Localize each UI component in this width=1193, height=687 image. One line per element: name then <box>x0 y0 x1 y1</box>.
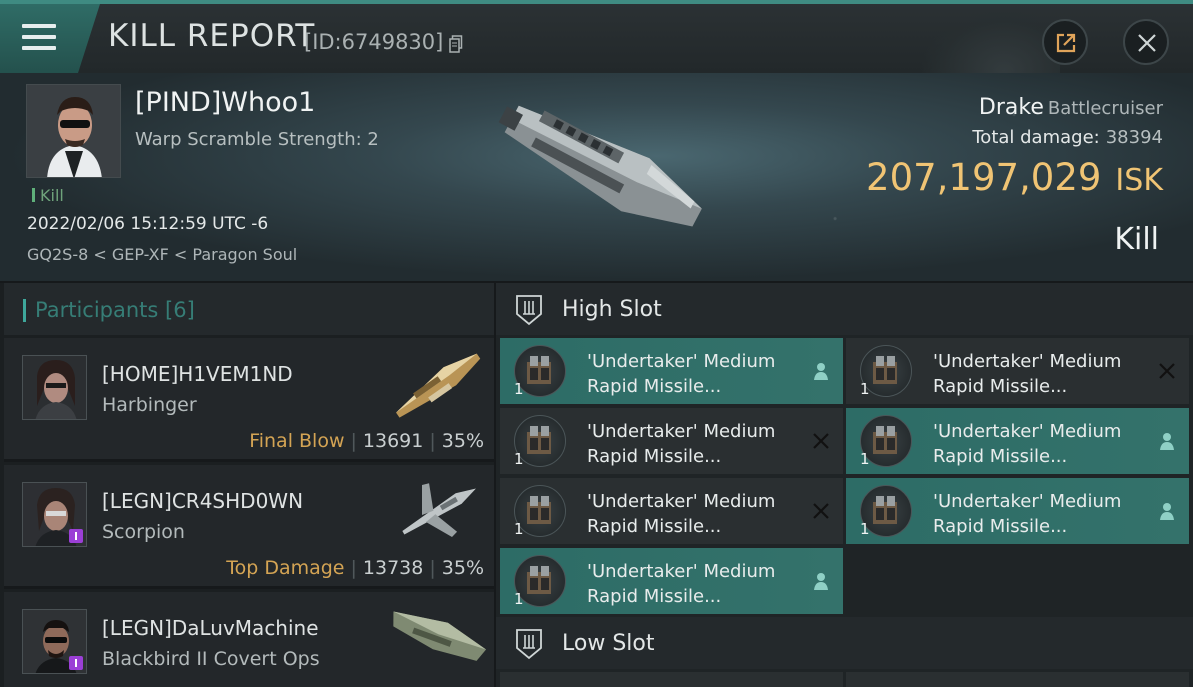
participant-portrait[interactable] <box>22 482 87 547</box>
slot-icon <box>516 295 542 326</box>
participants-header[interactable]: Participants [6] <box>4 283 494 335</box>
close-button[interactable] <box>1123 19 1169 65</box>
participant-ship-image <box>402 483 476 537</box>
module-name: 'Undertaker' Medium Rapid Missile... <box>587 351 776 397</box>
planet-backdrop <box>920 8 1060 78</box>
pilot-icon <box>814 573 828 590</box>
destroyed-x-icon <box>813 433 829 449</box>
module-name: 'Undertaker' Medium Rapid Missile... <box>933 421 1122 467</box>
participant-damage: 13738 <box>362 557 424 579</box>
participant-row[interactable]: [HOME]H1VEM1ND Harbinger Final Blow | 1369… <box>4 338 494 462</box>
share-button[interactable] <box>1042 19 1088 65</box>
menu-icon <box>22 24 56 57</box>
destroyed-x-icon <box>813 503 829 519</box>
page-title: KILL REPORT <box>108 18 316 54</box>
pilot-icon <box>814 363 828 380</box>
victim-portrait[interactable] <box>26 84 121 178</box>
victim-ship-name[interactable]: Drake Battlecruiser <box>979 95 1163 120</box>
top-damage-tag: Top Damage <box>226 557 345 579</box>
participant-damage: 13691 <box>362 430 424 452</box>
slot-icon <box>516 629 542 660</box>
destroyed-x-icon <box>1159 363 1175 379</box>
participant-ship: Harbinger <box>102 394 197 416</box>
corp-badge-icon <box>69 656 83 670</box>
module-item[interactable]: 1 'Undertaker' Medium Rapid Missile... <box>846 478 1189 544</box>
pilot-icon <box>1160 503 1174 520</box>
participant-ship-image <box>396 353 481 418</box>
report-id: [ID:6749830] <box>304 30 444 54</box>
isk-value: 207,197,029 ISK <box>866 156 1163 199</box>
participant-row[interactable]: [LEGN]CR4SHD0WN Scorpion Top Damage | 1373… <box>4 465 494 589</box>
module-item[interactable]: 1 'Undertaker' Medium Rapid Missile... <box>500 478 843 544</box>
low-slot-header: Low Slot <box>496 617 1193 669</box>
module-name: 'Undertaker' Medium Rapid Missile... <box>587 561 776 607</box>
participants-label: Participants <box>35 298 159 322</box>
share-icon <box>1056 33 1076 53</box>
kill-location[interactable]: GQ2S-8 < GEP-XF < Paragon Soul <box>27 245 297 264</box>
pilot-icon <box>1160 433 1174 450</box>
victim-ship-image[interactable] <box>470 81 730 251</box>
participant-ship: Blackbird II Covert Ops <box>102 648 320 670</box>
participant-stats: Top Damage | 13738 | 35% <box>226 557 484 579</box>
module-name: 'Undertaker' Medium Rapid Missile... <box>933 491 1122 537</box>
module-item[interactable] <box>846 672 1189 687</box>
participant-ship-image <box>393 611 487 661</box>
module-name: 'Undertaker' Medium Rapid Missile... <box>587 421 776 467</box>
participants-count: [6] <box>165 298 195 322</box>
kill-timestamp: 2022/02/06 15:12:59 UTC -6 <box>27 214 269 234</box>
participant-name[interactable]: [LEGN]CR4SHD0WN <box>102 489 303 513</box>
participant-ship: Scorpion <box>102 521 185 543</box>
victim-name[interactable]: [PIND]Whoo1 <box>135 87 315 118</box>
kill-type-tag: Kill <box>32 186 64 205</box>
corp-badge-icon <box>69 529 83 543</box>
final-blow-tag: Final Blow <box>249 430 345 452</box>
result-label: Kill <box>1114 222 1159 257</box>
participant-row[interactable]: [LEGN]DaLuvMachine Blackbird II Covert O… <box>4 592 494 687</box>
module-name: 'Undertaker' Medium Rapid Missile... <box>587 491 776 537</box>
module-item[interactable]: 1 'Undertaker' Medium Rapid Missile... <box>500 548 843 614</box>
module-item[interactable]: 1 'Undertaker' Medium Rapid Missile... <box>500 408 843 474</box>
module-item[interactable]: 1 'Undertaker' Medium Rapid Missile... <box>500 338 843 404</box>
title-bar: KILL REPORT [ID:6749830] <box>0 0 1193 78</box>
total-damage: Total damage: 38394 <box>972 127 1163 148</box>
copy-icon[interactable] <box>449 35 463 53</box>
participants-panel: Participants [6] [HOME]H1VEM1ND Harbinge… <box>0 283 494 687</box>
module-item[interactable] <box>500 672 843 687</box>
module-item[interactable]: 1 'Undertaker' Medium Rapid Missile... <box>846 408 1189 474</box>
participant-percent: 35% <box>441 430 484 452</box>
participant-portrait[interactable] <box>22 355 87 420</box>
high-slot-header: High Slot <box>496 283 1193 335</box>
victim-banner: [PIND]Whoo1 Warp Scramble Strength: 2 Ki… <box>0 73 1193 281</box>
participant-percent: 35% <box>441 557 484 579</box>
menu-button[interactable] <box>0 4 100 73</box>
participant-portrait[interactable] <box>22 609 87 674</box>
warp-scramble-strength: Warp Scramble Strength: 2 <box>135 129 379 150</box>
module-name: 'Undertaker' Medium Rapid Missile... <box>933 351 1122 397</box>
close-icon <box>1138 34 1156 52</box>
participant-name[interactable]: [HOME]H1VEM1ND <box>102 362 293 386</box>
participant-stats: Final Blow | 13691 | 35% <box>249 430 484 452</box>
fitting-panel: High Slot 1 'Undertaker' Medium Rapid Mis… <box>496 283 1193 687</box>
module-item[interactable]: 1 'Undertaker' Medium Rapid Missile... <box>846 338 1189 404</box>
participant-name[interactable]: [LEGN]DaLuvMachine <box>102 616 319 640</box>
